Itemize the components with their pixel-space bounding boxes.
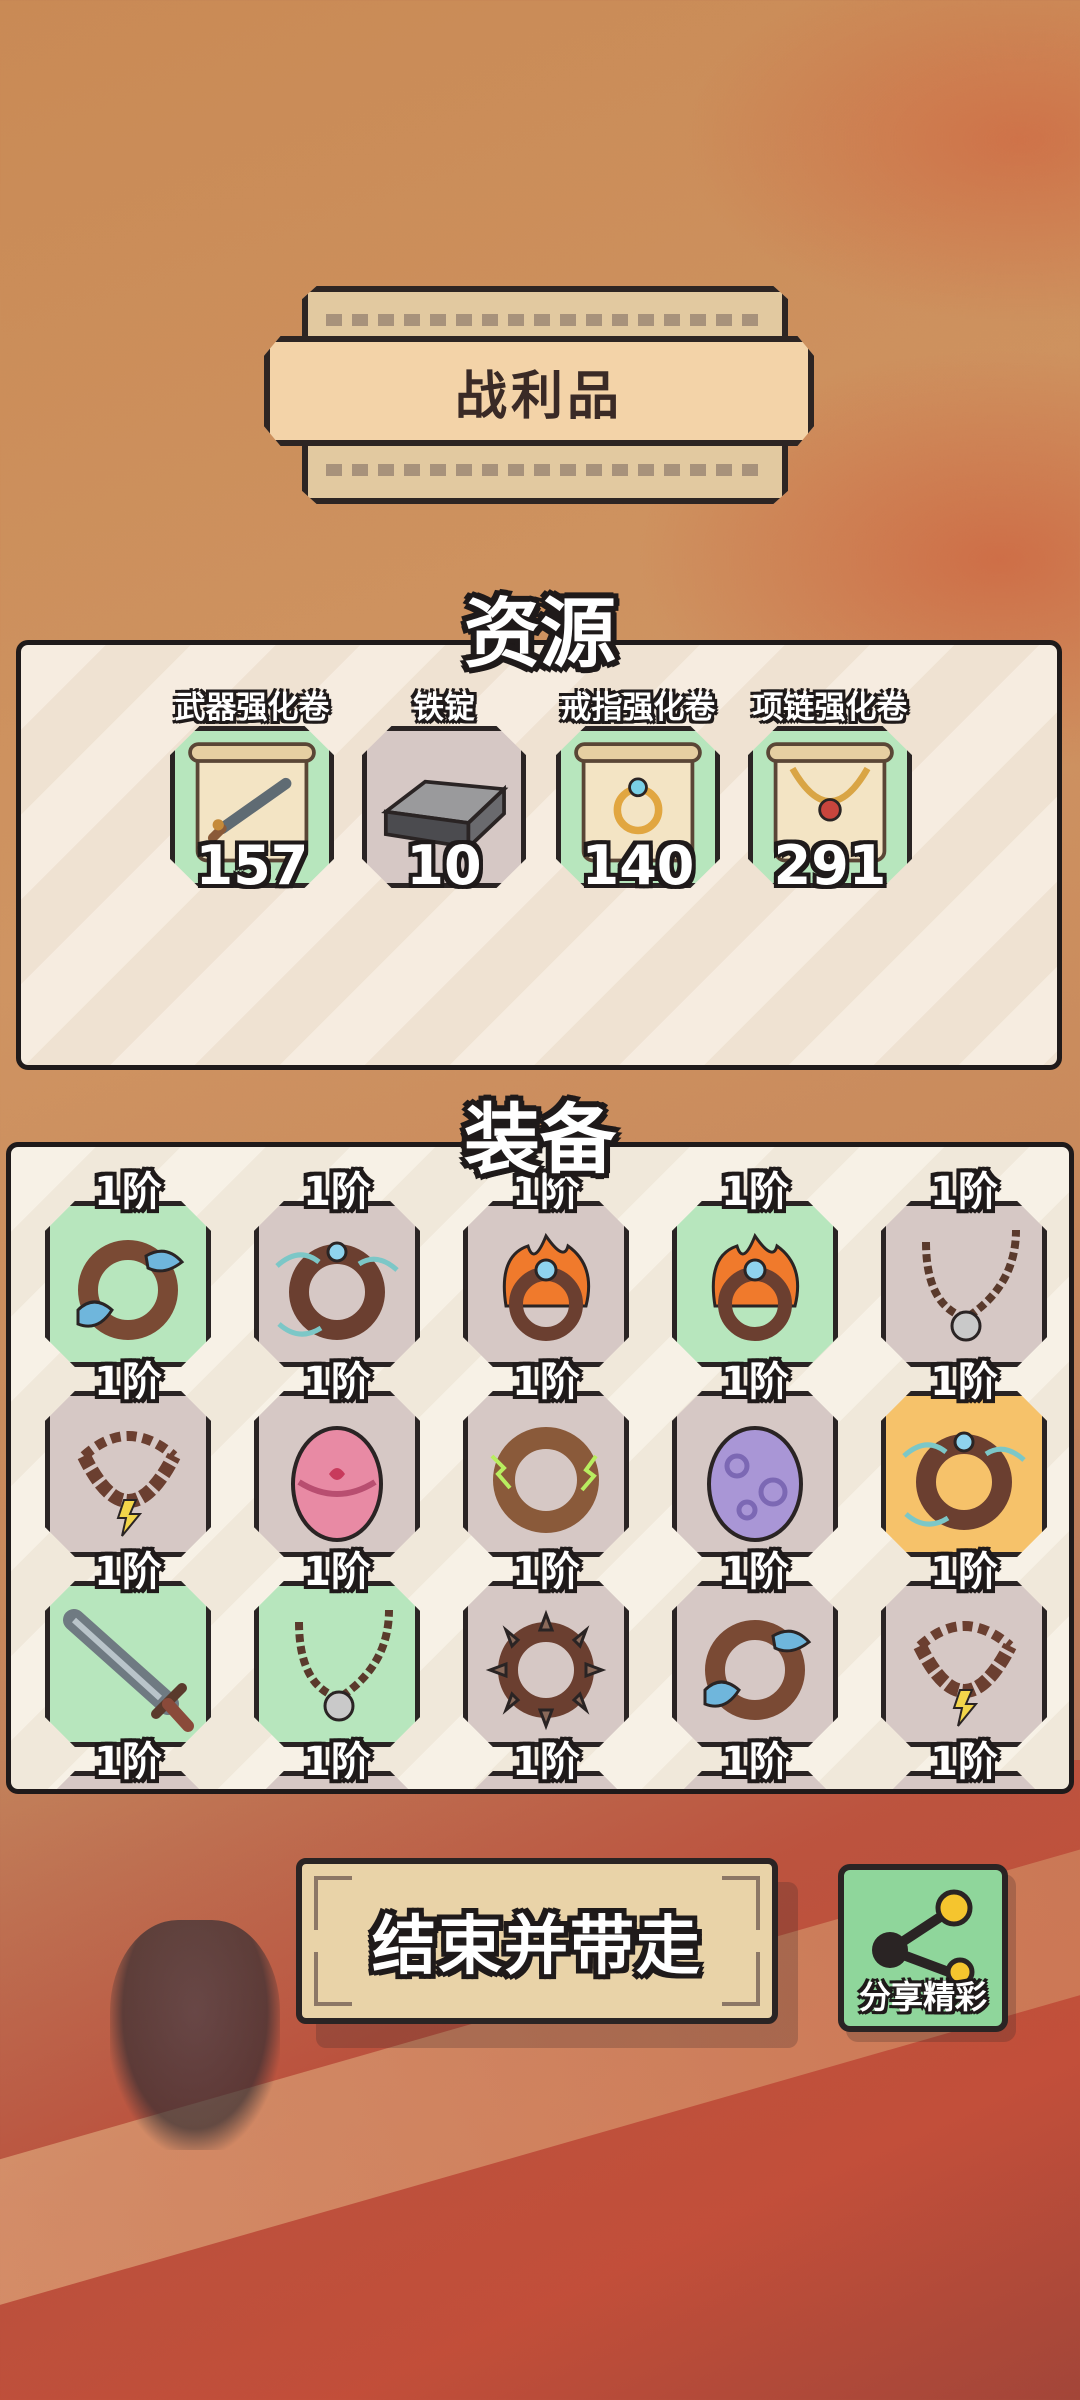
fire-ring-icon xyxy=(711,1232,800,1341)
ornament xyxy=(722,1876,760,1930)
wind-ring-icon xyxy=(275,1241,399,1340)
ornament xyxy=(722,1952,760,2006)
equipment-item[interactable] xyxy=(463,1391,629,1557)
equipment-item[interactable] xyxy=(254,1201,420,1367)
equipment-tier-label: 1阶 xyxy=(721,1359,789,1405)
share-icon xyxy=(872,1889,975,1984)
resource-label: 项链强化卷 xyxy=(752,690,908,726)
equipment-tier-label: 1阶 xyxy=(303,1739,371,1785)
equipment-item[interactable] xyxy=(254,1581,420,1747)
equipment-heading: 装备 xyxy=(464,1095,616,1184)
equipment-tier-label: 1阶 xyxy=(721,1739,789,1785)
equipment-tier-label: 1阶 xyxy=(721,1549,789,1595)
equipment-tier-label: 1阶 xyxy=(94,1359,162,1405)
equipment-tier-label: 1阶 xyxy=(303,1359,371,1405)
equipment-tier-label: 1阶 xyxy=(512,1359,580,1405)
equipment-tier-label: 1阶 xyxy=(94,1739,162,1785)
end-and-take-button[interactable]: 结束并带走 xyxy=(296,1858,778,2024)
equipment-item[interactable] xyxy=(881,1581,1047,1747)
end-button-label: 结束并带走 xyxy=(372,1910,702,1984)
purple-egg-icon xyxy=(707,1426,803,1542)
resource-item[interactable]: 项链强化卷 291 xyxy=(744,682,916,897)
resource-count: 140 xyxy=(581,834,695,897)
title-banner: 战利品 xyxy=(264,336,814,446)
equipment-item[interactable] xyxy=(254,1391,420,1557)
ornament xyxy=(314,1952,352,2006)
resources-heading: 资源 xyxy=(464,589,616,678)
ornament xyxy=(314,1876,352,1930)
wind-ring-icon xyxy=(902,1431,1026,1530)
equipment-item[interactable] xyxy=(45,1581,211,1747)
background-character xyxy=(110,1920,280,2150)
equipment-item[interactable] xyxy=(45,1201,211,1367)
equipment-tier-label: 1阶 xyxy=(512,1739,580,1785)
sword-icon xyxy=(63,1609,194,1732)
equipment-tier-label: 1阶 xyxy=(930,1359,998,1405)
equipment-tier-label: 1阶 xyxy=(930,1549,998,1595)
saw-necklace-icon xyxy=(295,1609,393,1722)
resource-item[interactable]: 铁锭 10 xyxy=(358,682,530,897)
water-ring-icon xyxy=(76,1240,185,1340)
equipment-tier-label: 1阶 xyxy=(303,1549,371,1595)
equipment-tier-label: 1阶 xyxy=(930,1739,998,1785)
thunder-ring-icon xyxy=(490,1427,599,1533)
equipment-item[interactable] xyxy=(45,1391,211,1557)
resource-count: 157 xyxy=(195,834,309,897)
equipment-grid: 1阶 1阶 1阶 1阶 1阶 1阶 1阶 1阶 1阶 1阶 1阶 1阶 1阶 1阶 1阶 1阶 1阶 1阶 1阶 1阶 xyxy=(11,1147,1069,1789)
equipment-item[interactable] xyxy=(881,1391,1047,1557)
page-title: 战利品 xyxy=(454,366,623,427)
equipment-item[interactable] xyxy=(672,1581,838,1747)
equipment-item[interactable] xyxy=(672,1201,838,1367)
equipment-item[interactable] xyxy=(881,1201,1047,1367)
spike-ring-icon xyxy=(485,1609,607,1731)
resource-count: 10 xyxy=(406,834,482,897)
equipment-panel: 1阶 1阶 1阶 1阶 1阶 1阶 1阶 1阶 1阶 1阶 1阶 1阶 1阶 1阶 1阶 1阶 1阶 1阶 1阶 1阶 xyxy=(6,1142,1074,1794)
lightning-beads-icon xyxy=(913,1621,1017,1727)
resource-count: 291 xyxy=(773,834,887,897)
water-ring-icon xyxy=(703,1620,812,1720)
equipment-item[interactable] xyxy=(463,1201,629,1367)
fire-ring-icon xyxy=(502,1232,591,1341)
equipment-tier-label: 1阶 xyxy=(512,1549,580,1595)
equipment-item[interactable] xyxy=(672,1391,838,1557)
equipment-tier-label: 1阶 xyxy=(94,1549,162,1595)
equipment-item[interactable] xyxy=(463,1581,629,1747)
pink-egg-icon xyxy=(291,1426,383,1542)
saw-necklace-icon xyxy=(922,1229,1020,1342)
resource-item[interactable]: 武器强化卷 157 xyxy=(166,682,338,897)
resource-item[interactable]: 戒指强化卷 140 xyxy=(552,682,724,897)
share-button[interactable]: 分享精彩 xyxy=(838,1864,1008,2032)
share-button-label: 分享精彩 xyxy=(858,1978,987,2016)
lightning-beads-icon xyxy=(77,1431,181,1537)
